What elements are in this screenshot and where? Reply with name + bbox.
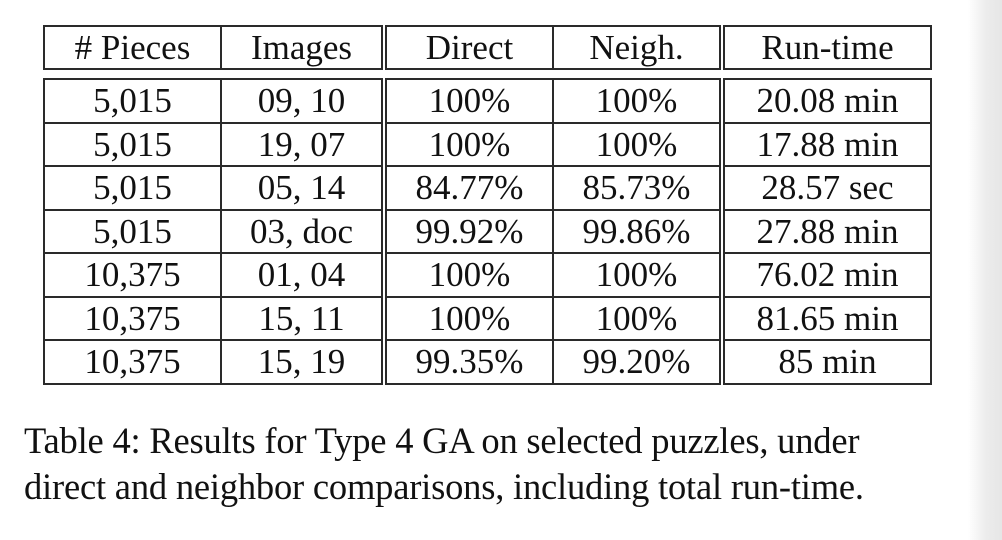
cell-runtime: 17.88 min	[719, 121, 932, 167]
cell-pieces: 5,015	[43, 165, 222, 211]
cell-neigh: 100%	[552, 252, 723, 298]
table-row: 10,375 15, 11 100% 100% 81.65 min	[43, 295, 932, 341]
header-row: # Pieces Images Direct Neigh. Run-time	[43, 25, 932, 70]
table-row: 5,015 03, doc 99.92% 99.86% 27.88 min	[43, 208, 932, 254]
cell-direct: 99.92%	[381, 208, 554, 254]
cell-images: 09, 10	[220, 78, 385, 124]
cell-neigh: 85.73%	[552, 165, 723, 211]
results-table-body: 5,015 09, 10 100% 100% 20.08 min 5,015 1…	[43, 78, 932, 385]
cell-images: 15, 19	[220, 339, 385, 385]
cell-pieces: 5,015	[43, 208, 222, 254]
cell-pieces: 5,015	[43, 78, 222, 124]
cell-runtime: 20.08 min	[719, 78, 932, 124]
cell-neigh: 100%	[552, 121, 723, 167]
cell-pieces: 10,375	[43, 252, 222, 298]
header-pieces: # Pieces	[43, 25, 222, 70]
header-runtime: Run-time	[719, 25, 932, 70]
cell-neigh: 100%	[552, 78, 723, 124]
cell-neigh: 99.20%	[552, 339, 723, 385]
table-row: 10,375 01, 04 100% 100% 76.02 min	[43, 252, 932, 298]
caption-line-2: direct and neighbor comparisons, includi…	[24, 466, 864, 507]
cell-runtime: 76.02 min	[719, 252, 932, 298]
cell-images: 03, doc	[220, 208, 385, 254]
results-table-header: # Pieces Images Direct Neigh. Run-time	[43, 25, 932, 70]
cell-neigh: 100%	[552, 295, 723, 341]
cell-neigh: 99.86%	[552, 208, 723, 254]
table-row: 10,375 15, 19 99.35% 99.20% 85 min	[43, 339, 932, 385]
cell-images: 19, 07	[220, 121, 385, 167]
cell-direct: 100%	[381, 78, 554, 124]
cell-pieces: 10,375	[43, 339, 222, 385]
cell-direct: 100%	[381, 252, 554, 298]
cell-direct: 100%	[381, 121, 554, 167]
cell-runtime: 27.88 min	[719, 208, 932, 254]
table-row: 5,015 05, 14 84.77% 85.73% 28.57 sec	[43, 165, 932, 211]
table-row: 5,015 09, 10 100% 100% 20.08 min	[43, 78, 932, 124]
cell-images: 15, 11	[220, 295, 385, 341]
cell-direct: 84.77%	[381, 165, 554, 211]
cell-images: 01, 04	[220, 252, 385, 298]
cell-runtime: 85 min	[719, 339, 932, 385]
cell-images: 05, 14	[220, 165, 385, 211]
header-neigh: Neigh.	[552, 25, 723, 70]
cell-direct: 100%	[381, 295, 554, 341]
cell-direct: 99.35%	[381, 339, 554, 385]
header-direct: Direct	[381, 25, 554, 70]
cell-pieces: 10,375	[43, 295, 222, 341]
header-images: Images	[220, 25, 385, 70]
table-caption: Table 4: Results for Type 4 GA on select…	[24, 418, 984, 510]
cell-runtime: 28.57 sec	[719, 165, 932, 211]
table-row: 5,015 19, 07 100% 100% 17.88 min	[43, 121, 932, 167]
cell-pieces: 5,015	[43, 121, 222, 167]
cell-runtime: 81.65 min	[719, 295, 932, 341]
caption-line-1: Table 4: Results for Type 4 GA on select…	[24, 420, 860, 461]
